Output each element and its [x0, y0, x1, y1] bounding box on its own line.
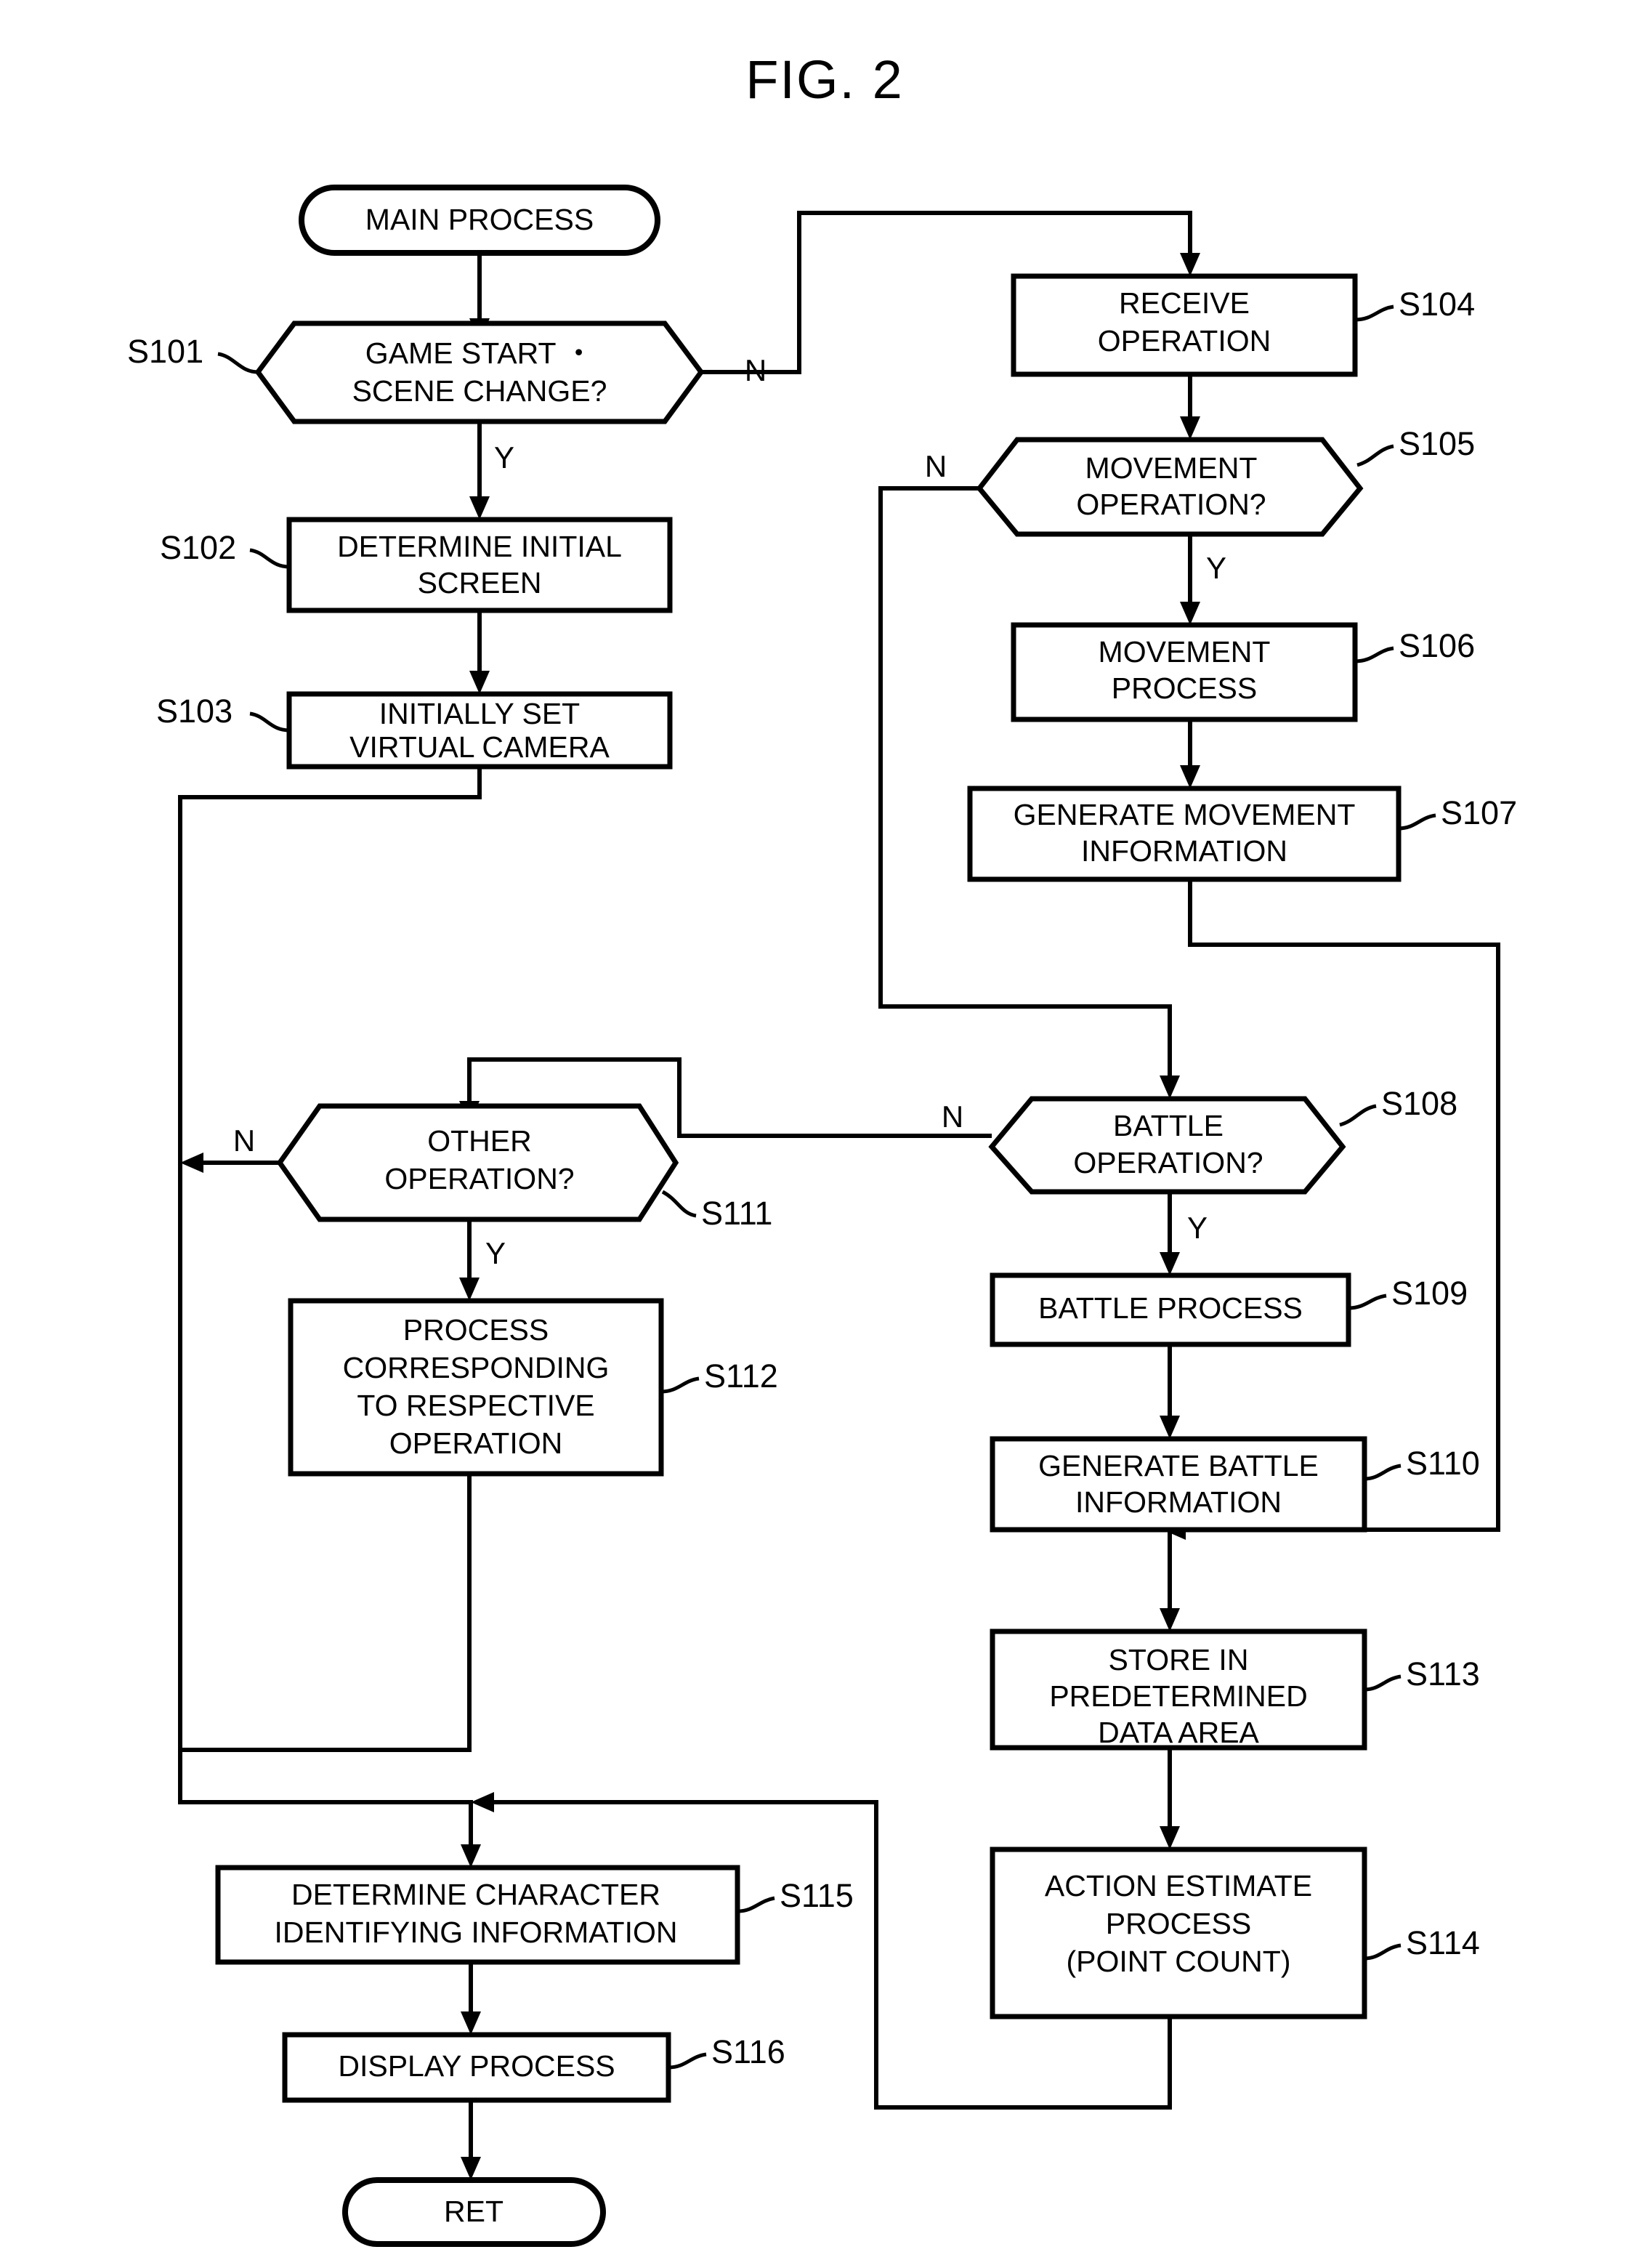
- step-label-s116: S116: [711, 2033, 785, 2070]
- node-label-s112-line2: CORRESPONDING: [343, 1351, 610, 1384]
- step-label-s115: S115: [780, 1877, 854, 1914]
- node-s107-generate-movement-information[interactable]: GENERATE MOVEMENT INFORMATION: [967, 786, 1402, 882]
- node-s112-process-corresponding-to-respective-operation[interactable]: PROCESS CORRESPONDING TO RESPECTIVE OPER…: [288, 1298, 664, 1477]
- node-label-main-process: MAIN PROCESS: [365, 203, 594, 236]
- node-label-s106-line1: MOVEMENT: [1099, 635, 1271, 669]
- node-s114-action-estimate-process[interactable]: ACTION ESTIMATE PROCESS (POINT COUNT): [990, 1847, 1367, 2019]
- node-label-s106-line2: PROCESS: [1112, 671, 1258, 705]
- step-label-s102: S102: [160, 529, 236, 566]
- node-label-s107-line1: GENERATE MOVEMENT: [1014, 798, 1356, 831]
- page-title: FIG. 2: [745, 49, 904, 110]
- branch-label-s105-no: N: [925, 449, 947, 483]
- branch-label-s111-no: N: [233, 1123, 255, 1158]
- flowchart-canvas: FIG. 2 MAIN PROCESS GAME START ・ SCENE C…: [0, 0, 1650, 2268]
- node-main-process[interactable]: MAIN PROCESS: [299, 185, 660, 256]
- node-s106-movement-process[interactable]: MOVEMENT PROCESS: [1011, 622, 1358, 722]
- step-label-s106: S106: [1399, 627, 1475, 664]
- branch-label-s105-yes: Y: [1206, 551, 1226, 585]
- step-label-s112: S112: [704, 1357, 778, 1395]
- node-label-s103-line1: INITIALLY SET: [379, 697, 580, 730]
- step-label-s110: S110: [1406, 1445, 1480, 1482]
- node-label-s114-line3: (POINT COUNT): [1066, 1945, 1290, 1978]
- step-label-s105: S105: [1399, 425, 1475, 462]
- branch-label-s101-no: N: [745, 353, 767, 387]
- step-label-s111: S111: [701, 1195, 772, 1232]
- step-label-s104: S104: [1399, 286, 1475, 323]
- node-label-s114-line2: PROCESS: [1106, 1907, 1252, 1940]
- branch-label-s101-yes: Y: [494, 440, 514, 475]
- node-s113-store-in-predetermined-data-area[interactable]: STORE IN PREDETERMINED DATA AREA: [990, 1629, 1367, 1751]
- node-label-s108-line1: BATTLE: [1113, 1109, 1224, 1142]
- node-s104-receive-operation[interactable]: RECEIVE OPERATION: [1011, 273, 1358, 377]
- node-label-s111-line2: OPERATION?: [384, 1162, 574, 1195]
- patent-figure-page: FIG. 2 MAIN PROCESS GAME START ・ SCENE C…: [0, 0, 1650, 2268]
- node-s111-other-operation[interactable]: OTHER OPERATION?: [276, 1103, 679, 1222]
- node-s110-generate-battle-information[interactable]: GENERATE BATTLE INFORMATION: [990, 1436, 1367, 1533]
- node-s101-game-start-scene-change[interactable]: GAME START ・ SCENE CHANGE?: [254, 320, 705, 424]
- step-label-s109: S109: [1391, 1275, 1468, 1312]
- node-label-s102-line1: DETERMINE INITIAL: [337, 530, 622, 563]
- node-label-s105-line2: OPERATION?: [1076, 488, 1266, 521]
- node-label-ret: RET: [444, 2195, 504, 2228]
- node-label-s115-line1: DETERMINE CHARACTER: [291, 1878, 660, 1911]
- node-s115-determine-character-identifying-information[interactable]: DETERMINE CHARACTER IDENTIFYING INFORMAT…: [215, 1865, 740, 1965]
- node-label-s108-line2: OPERATION?: [1073, 1146, 1263, 1179]
- node-s109-battle-process[interactable]: BATTLE PROCESS: [990, 1272, 1351, 1347]
- node-label-s101-line1: GAME START ・: [365, 336, 594, 370]
- node-label-s109-line1: BATTLE PROCESS: [1038, 1291, 1303, 1325]
- node-label-s104-line1: RECEIVE: [1119, 286, 1250, 320]
- node-label-s111-line1: OTHER: [427, 1124, 532, 1158]
- branch-label-s108-no: N: [942, 1099, 963, 1134]
- node-label-s105-line1: MOVEMENT: [1085, 451, 1258, 485]
- node-label-s116-line1: DISPLAY PROCESS: [338, 2049, 615, 2083]
- node-label-s113-line1: STORE IN: [1109, 1643, 1249, 1676]
- node-s108-battle-operation[interactable]: BATTLE OPERATION?: [988, 1096, 1346, 1195]
- node-label-s112-line3: TO RESPECTIVE: [357, 1389, 594, 1422]
- node-s105-movement-operation[interactable]: MOVEMENT OPERATION?: [976, 437, 1364, 537]
- node-label-s102-line2: SCREEN: [418, 566, 542, 600]
- node-ret[interactable]: RET: [342, 2177, 606, 2247]
- node-label-s112-line4: OPERATION: [389, 1426, 562, 1460]
- step-label-s103: S103: [156, 693, 232, 730]
- node-s102-determine-initial-screen[interactable]: DETERMINE INITIAL SCREEN: [286, 517, 673, 613]
- step-label-s107: S107: [1441, 794, 1517, 831]
- node-label-s110-line2: INFORMATION: [1075, 1485, 1282, 1519]
- node-label-s112-line1: PROCESS: [403, 1313, 549, 1347]
- node-label-s107-line2: INFORMATION: [1081, 834, 1287, 868]
- step-label-s108: S108: [1381, 1085, 1457, 1122]
- node-label-s113-line3: DATA AREA: [1098, 1716, 1259, 1749]
- node-label-s115-line2: IDENTIFYING INFORMATION: [274, 1916, 677, 1949]
- step-label-s114: S114: [1406, 1924, 1480, 1961]
- step-label-s101: S101: [127, 333, 203, 370]
- node-label-s113-line2: PREDETERMINED: [1049, 1679, 1307, 1713]
- node-label-s114-line1: ACTION ESTIMATE: [1045, 1869, 1312, 1902]
- branch-label-s108-yes: Y: [1187, 1211, 1208, 1245]
- node-label-s101-line2: SCENE CHANGE?: [352, 374, 607, 408]
- node-label-s104-line2: OPERATION: [1098, 324, 1271, 358]
- node-label-s110-line1: GENERATE BATTLE: [1038, 1449, 1319, 1482]
- node-label-s103-line2: VIRTUAL CAMERA: [349, 730, 610, 764]
- node-s116-display-process[interactable]: DISPLAY PROCESS: [282, 2032, 671, 2103]
- node-s103-initially-set-virtual-camera[interactable]: INITIALLY SET VIRTUAL CAMERA: [286, 691, 673, 770]
- branch-label-s111-yes: Y: [485, 1236, 506, 1270]
- step-label-s113: S113: [1406, 1655, 1480, 1692]
